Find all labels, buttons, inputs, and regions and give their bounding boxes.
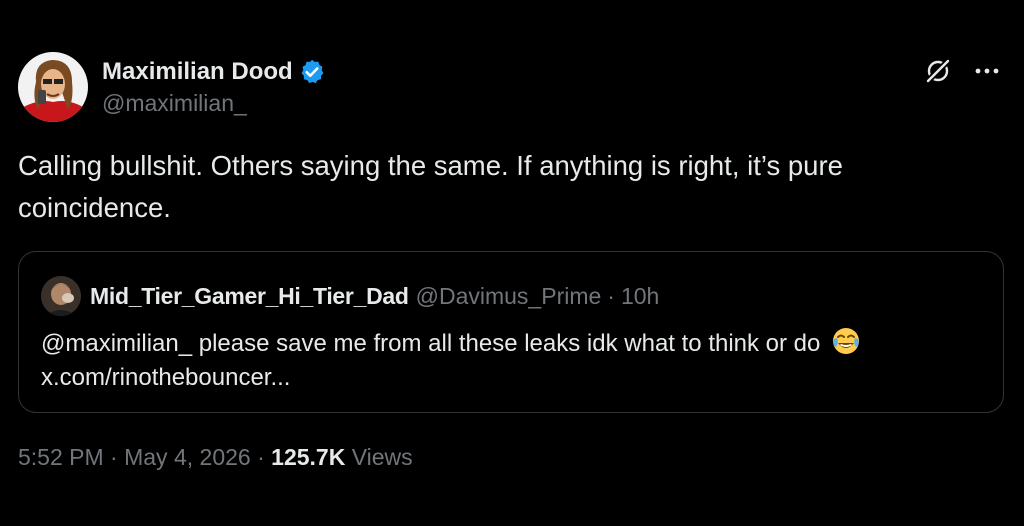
tweet-text-line: coincidence. (18, 192, 171, 223)
views-label: Views (345, 444, 413, 470)
quoted-author-avatar (41, 276, 81, 316)
quoted-author-display-name: Mid_Tier_Gamer_Hi_Tier_Dad (90, 282, 409, 309)
author-names: Maximilian Dood @maximilian_ (102, 56, 326, 117)
more-options-icon[interactable] (972, 57, 1002, 85)
author-handle[interactable]: @maximilian_ (102, 90, 326, 117)
quoted-tweet-text: @maximilian_ please save me from all the… (41, 326, 981, 395)
author-display-name[interactable]: Maximilian Dood (102, 58, 293, 86)
tweet-text: Calling bullshit. Others saying the same… (18, 145, 998, 229)
quoted-separator: · (607, 282, 615, 309)
quoted-timestamp: 10h (620, 282, 660, 309)
meta-separator: · (250, 444, 272, 470)
tweet-card: Maximilian Dood @maximilian_ Calling bul… (0, 0, 1024, 526)
tweet-text-line: Calling bullshit. Others saying the same… (18, 150, 843, 181)
meta-separator: · (103, 444, 125, 470)
tweet-date[interactable]: May 4, 2026 (124, 444, 251, 470)
quoted-tweet[interactable]: Mid_Tier_Gamer_Hi_Tier_Dad @Davimus_Prim… (18, 251, 1004, 413)
views-count: 125.7K (271, 444, 346, 470)
tweet-header: Maximilian Dood @maximilian_ (18, 52, 1006, 122)
quoted-tweet-header: Mid_Tier_Gamer_Hi_Tier_Dad @Davimus_Prim… (41, 276, 659, 316)
verified-badge-icon[interactable] (298, 58, 326, 86)
quoted-link[interactable]: x.com/rinothebouncer... (41, 361, 981, 395)
face-with-tears-of-joy-icon (831, 326, 861, 356)
author-avatar[interactable] (18, 52, 88, 122)
tweet-time[interactable]: 5:52 PM (18, 444, 104, 470)
grok-icon[interactable] (924, 57, 952, 85)
quoted-author-handle: @Davimus_Prime (415, 282, 602, 309)
tweet-meta: 5:52 PM · May 4, 2026 · 125.7K Views (18, 444, 413, 471)
quoted-text-line: @maximilian_ please save me from all the… (41, 330, 821, 357)
